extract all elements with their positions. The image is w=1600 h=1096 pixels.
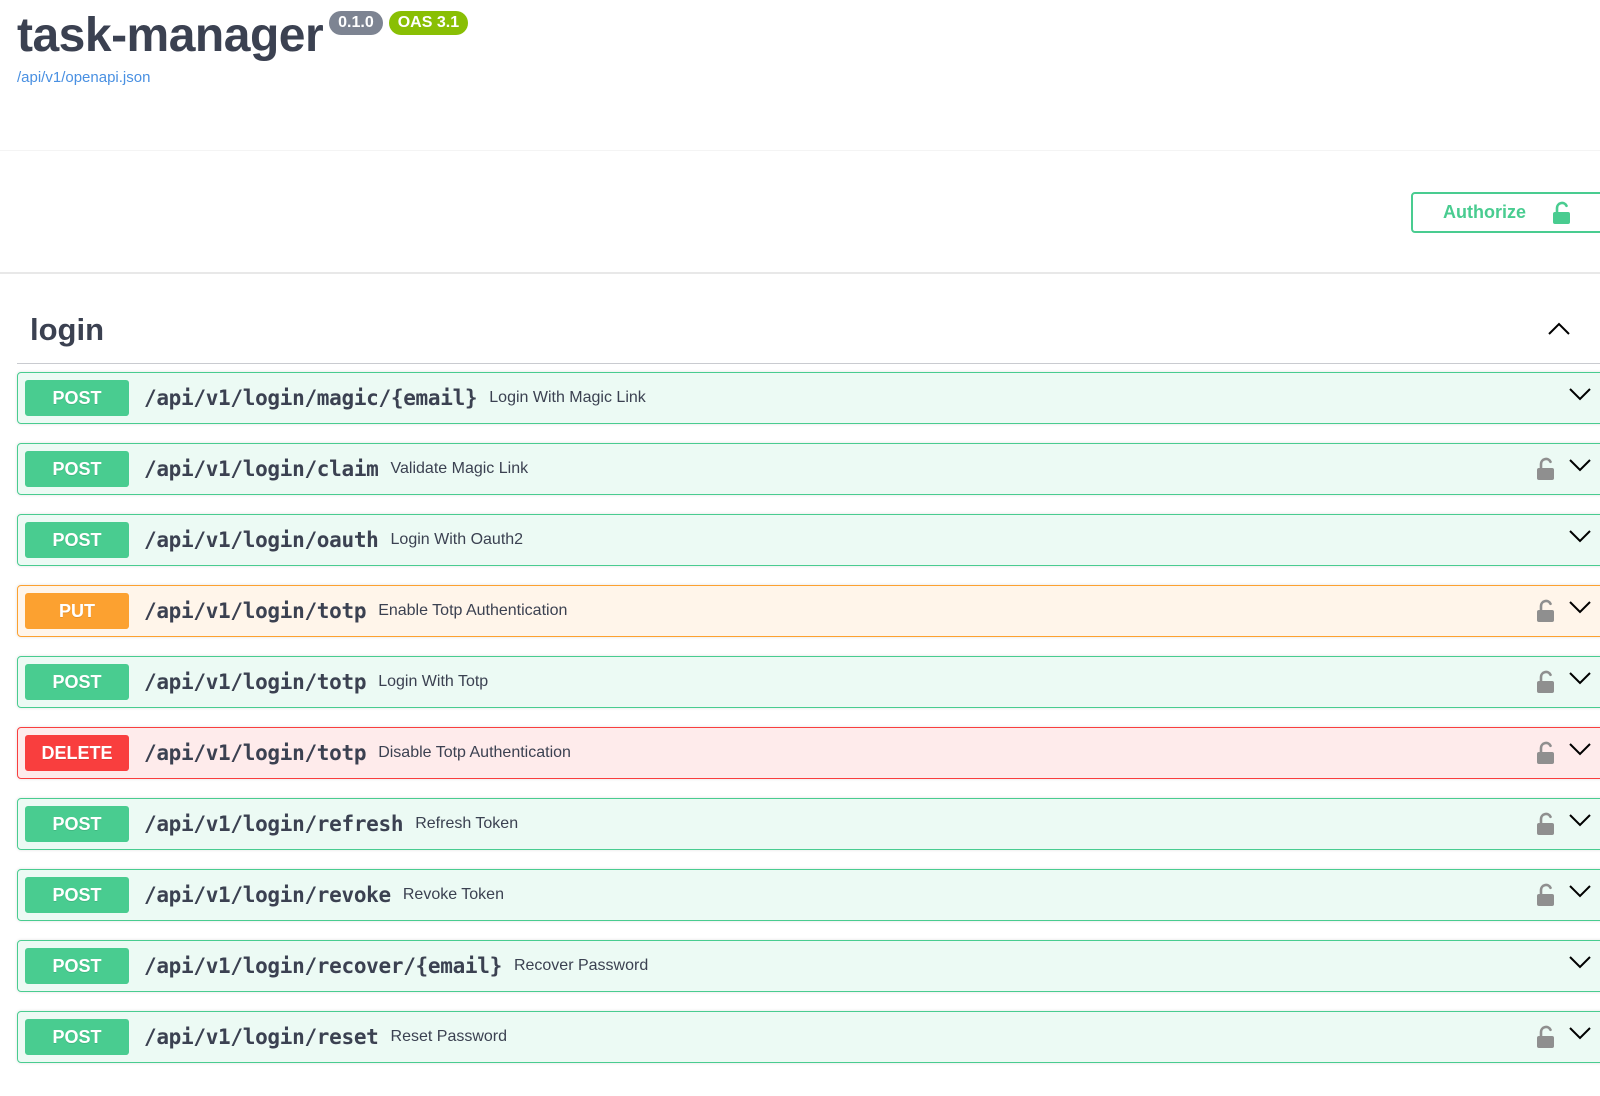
operation-summary: Disable Totp Authentication	[378, 744, 571, 761]
operation-path: /api/v1/login/totp	[144, 741, 367, 765]
authorize-button[interactable]: Authorize	[1411, 192, 1600, 233]
oas-badge: OAS 3.1	[388, 11, 469, 35]
operation-summary: Revoke Token	[402, 886, 504, 903]
operation-row[interactable]: POST/api/v1/login/magic/{email} Login Wit…	[17, 372, 1600, 424]
method-badge: POST	[25, 1019, 129, 1055]
operation-row[interactable]: POST/api/v1/login/totp Login With Totp	[17, 656, 1600, 708]
operation-summary: Reset Password	[390, 1028, 508, 1045]
operation-summary: Recover Password	[513, 957, 649, 974]
operation-row[interactable]: POST/api/v1/login/reset Reset Password	[17, 1011, 1600, 1063]
lock-icon[interactable]	[1536, 812, 1556, 836]
operation-summary: Login With Oauth2	[390, 531, 524, 548]
chevron-down-icon[interactable]	[1568, 387, 1592, 401]
api-info: task-manager 0.1.0 OAS 3.1 /api/v1/opena…	[17, 6, 469, 86]
operation-row[interactable]: POST/api/v1/login/claim Validate Magic Li…	[17, 443, 1600, 495]
chevron-up-icon[interactable]	[1547, 322, 1571, 336]
chevron-down-icon[interactable]	[1568, 458, 1592, 472]
authorize-label: Authorize	[1443, 202, 1526, 222]
api-title: task-manager	[17, 9, 324, 62]
method-badge: PUT	[25, 593, 129, 629]
tag-title: login	[30, 312, 105, 347]
chevron-down-icon[interactable]	[1568, 742, 1592, 756]
operation-path: /api/v1/login/magic/{email}	[144, 386, 478, 410]
method-badge: POST	[25, 664, 129, 700]
operation-path: /api/v1/login/claim	[144, 457, 379, 481]
operation-path: /api/v1/login/reset	[144, 1025, 379, 1049]
operation-row[interactable]: POST/api/v1/login/revoke Revoke Token	[17, 869, 1600, 921]
operation-summary: Validate Magic Link	[390, 460, 529, 477]
unlock-icon	[1553, 201, 1570, 224]
operation-summary: Login With Totp	[378, 673, 489, 690]
method-badge: POST	[25, 522, 129, 558]
lock-icon[interactable]	[1536, 599, 1556, 623]
lock-icon[interactable]	[1536, 1025, 1556, 1049]
operation-row[interactable]: PUT/api/v1/login/totp Enable Totp Authent…	[17, 585, 1600, 637]
operation-path: /api/v1/login/revoke	[144, 883, 391, 907]
chevron-down-icon[interactable]	[1568, 955, 1592, 969]
lock-icon[interactable]	[1536, 457, 1556, 481]
scheme-container-divider	[0, 272, 1600, 274]
operation-summary: Refresh Token	[415, 815, 519, 832]
chevron-down-icon[interactable]	[1568, 1026, 1592, 1040]
operation-row[interactable]: POST/api/v1/login/recover/{email} Recover…	[17, 940, 1600, 992]
title-row: task-manager 0.1.0 OAS 3.1	[17, 6, 469, 66]
chevron-down-icon[interactable]	[1568, 671, 1592, 685]
operation-row[interactable]: POST/api/v1/login/oauth Login With Oauth2	[17, 514, 1600, 566]
operation-row[interactable]: DELETE/api/v1/login/totp Disable Totp Aut…	[17, 727, 1600, 779]
operation-summary: Login With Magic Link	[489, 389, 646, 406]
operation-path: /api/v1/login/totp	[144, 599, 367, 623]
operation-summary: Enable Totp Authentication	[378, 602, 568, 619]
operation-path: /api/v1/login/recover/{email}	[144, 954, 502, 978]
operations-list: POST/api/v1/login/magic/{email} Login Wit…	[17, 372, 1600, 1082]
header-divider	[0, 150, 1600, 151]
chevron-down-icon[interactable]	[1568, 529, 1592, 543]
lock-icon[interactable]	[1536, 670, 1556, 694]
method-badge: POST	[25, 948, 129, 984]
lock-icon[interactable]	[1536, 741, 1556, 765]
method-badge: POST	[25, 877, 129, 913]
tag-section-login[interactable]: login	[17, 296, 1600, 364]
chevron-down-icon[interactable]	[1568, 884, 1592, 898]
operation-path: /api/v1/login/totp	[144, 670, 367, 694]
chevron-down-icon[interactable]	[1568, 600, 1592, 614]
version-badge: 0.1.0	[329, 11, 383, 35]
method-badge: POST	[25, 380, 129, 416]
operation-row[interactable]: POST/api/v1/login/refresh Refresh Token	[17, 798, 1600, 850]
method-badge: POST	[25, 451, 129, 487]
operation-path: /api/v1/login/refresh	[144, 812, 404, 836]
method-badge: DELETE	[25, 735, 129, 771]
chevron-down-icon[interactable]	[1568, 813, 1592, 827]
operation-path: /api/v1/login/oauth	[144, 528, 379, 552]
method-badge: POST	[25, 806, 129, 842]
openapi-spec-link[interactable]: /api/v1/openapi.json	[17, 69, 468, 86]
lock-icon[interactable]	[1536, 883, 1556, 907]
